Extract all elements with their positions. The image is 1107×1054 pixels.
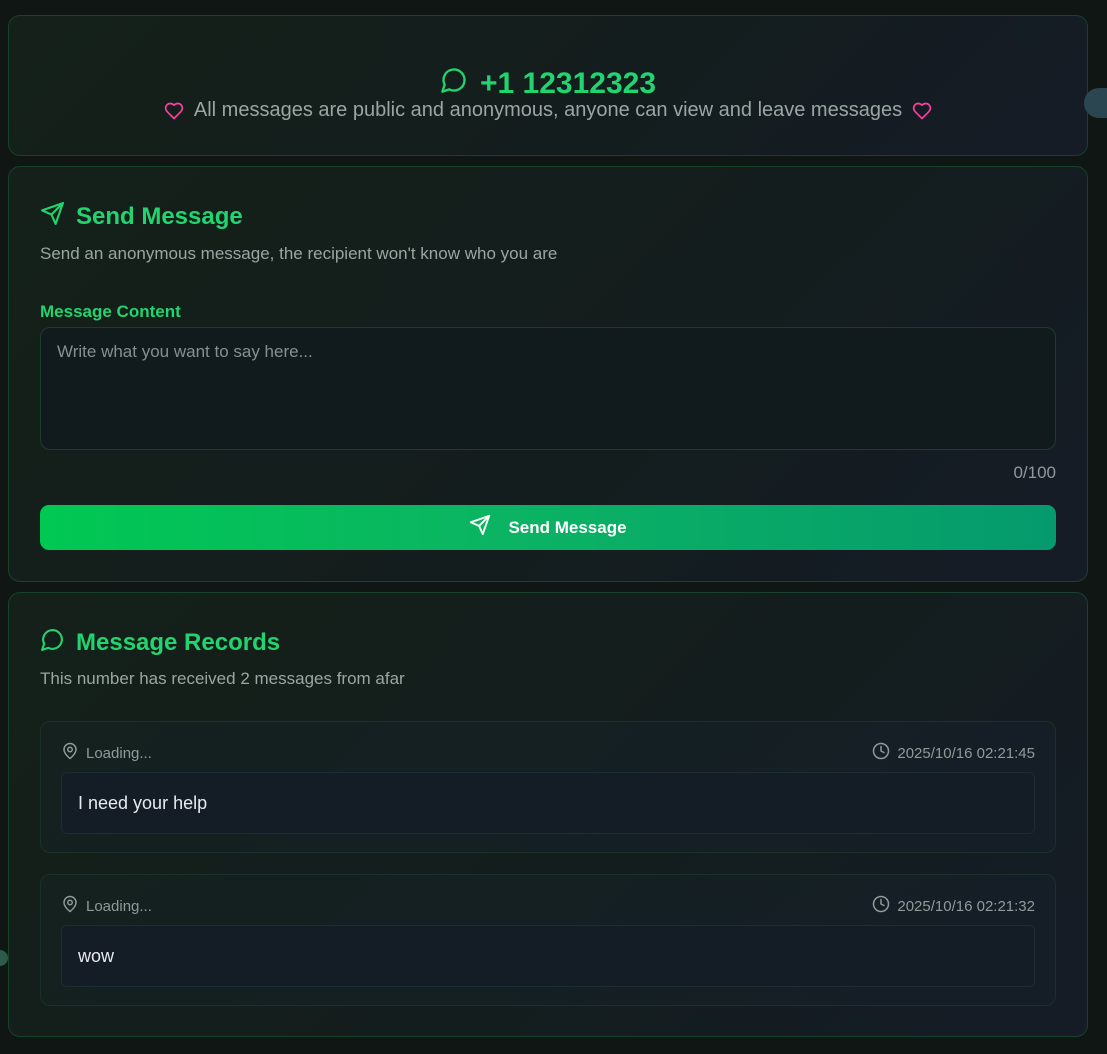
- phone-number: +1 12312323: [479, 67, 656, 100]
- message-item: Loading... 2025/10/16 02:21:45 I need yo…: [40, 721, 1056, 853]
- send-message-description: Send an anonymous message, the recipient…: [40, 244, 558, 263]
- send-message-button[interactable]: Send Message: [40, 505, 1056, 550]
- heart-icon: [164, 101, 184, 121]
- send-icon: [40, 201, 65, 233]
- message-location: Loading...: [61, 895, 152, 917]
- message-location: Loading...: [61, 742, 152, 764]
- time-text: 2025/10/16 02:21:45: [897, 744, 1035, 762]
- message-records-title: Message Records: [40, 627, 280, 659]
- message-text: I need your help: [61, 772, 1035, 834]
- message-time: 2025/10/16 02:21:32: [872, 895, 1035, 917]
- decorative-blob: [0, 950, 8, 966]
- phone-heading: +1 12312323: [9, 66, 1087, 102]
- message-meta: Loading... 2025/10/16 02:21:32: [61, 895, 1035, 917]
- message-circle-icon: [440, 66, 468, 102]
- header-card: +1 12312323 All messages are public and …: [8, 15, 1088, 156]
- clock-icon: [872, 742, 890, 764]
- send-message-button-label: Send Message: [508, 517, 627, 537]
- time-text: 2025/10/16 02:21:32: [897, 897, 1035, 915]
- location-text: Loading...: [86, 897, 152, 915]
- send-message-title-text: Send Message: [76, 203, 243, 230]
- message-text: wow: [61, 925, 1035, 987]
- decorative-blob: [1084, 88, 1107, 118]
- message-content-label: Message Content: [40, 302, 181, 321]
- message-records-card: Message Records This number has received…: [8, 592, 1088, 1037]
- header-subtitle: All messages are public and anonymous, a…: [9, 99, 1087, 122]
- message-content-input[interactable]: [40, 327, 1056, 450]
- char-counter: 0/100: [1013, 463, 1056, 482]
- send-icon: [469, 514, 491, 541]
- subtitle-text: All messages are public and anonymous, a…: [193, 99, 903, 121]
- map-pin-icon: [61, 742, 79, 764]
- message-meta: Loading... 2025/10/16 02:21:45: [61, 742, 1035, 764]
- app-page: +1 12312323 All messages are public and …: [0, 0, 1107, 1054]
- message-circle-icon: [40, 627, 65, 659]
- location-text: Loading...: [86, 744, 152, 762]
- message-records-title-text: Message Records: [76, 629, 281, 656]
- message-item: Loading... 2025/10/16 02:21:32 wow: [40, 874, 1056, 1006]
- message-records-description: This number has received 2 messages from…: [40, 669, 405, 688]
- map-pin-icon: [61, 895, 79, 917]
- message-time: 2025/10/16 02:21:45: [872, 742, 1035, 764]
- clock-icon: [872, 895, 890, 917]
- send-message-title: Send Message: [40, 201, 243, 233]
- heart-icon: [912, 101, 932, 121]
- send-message-card: Send Message Send an anonymous message, …: [8, 166, 1088, 582]
